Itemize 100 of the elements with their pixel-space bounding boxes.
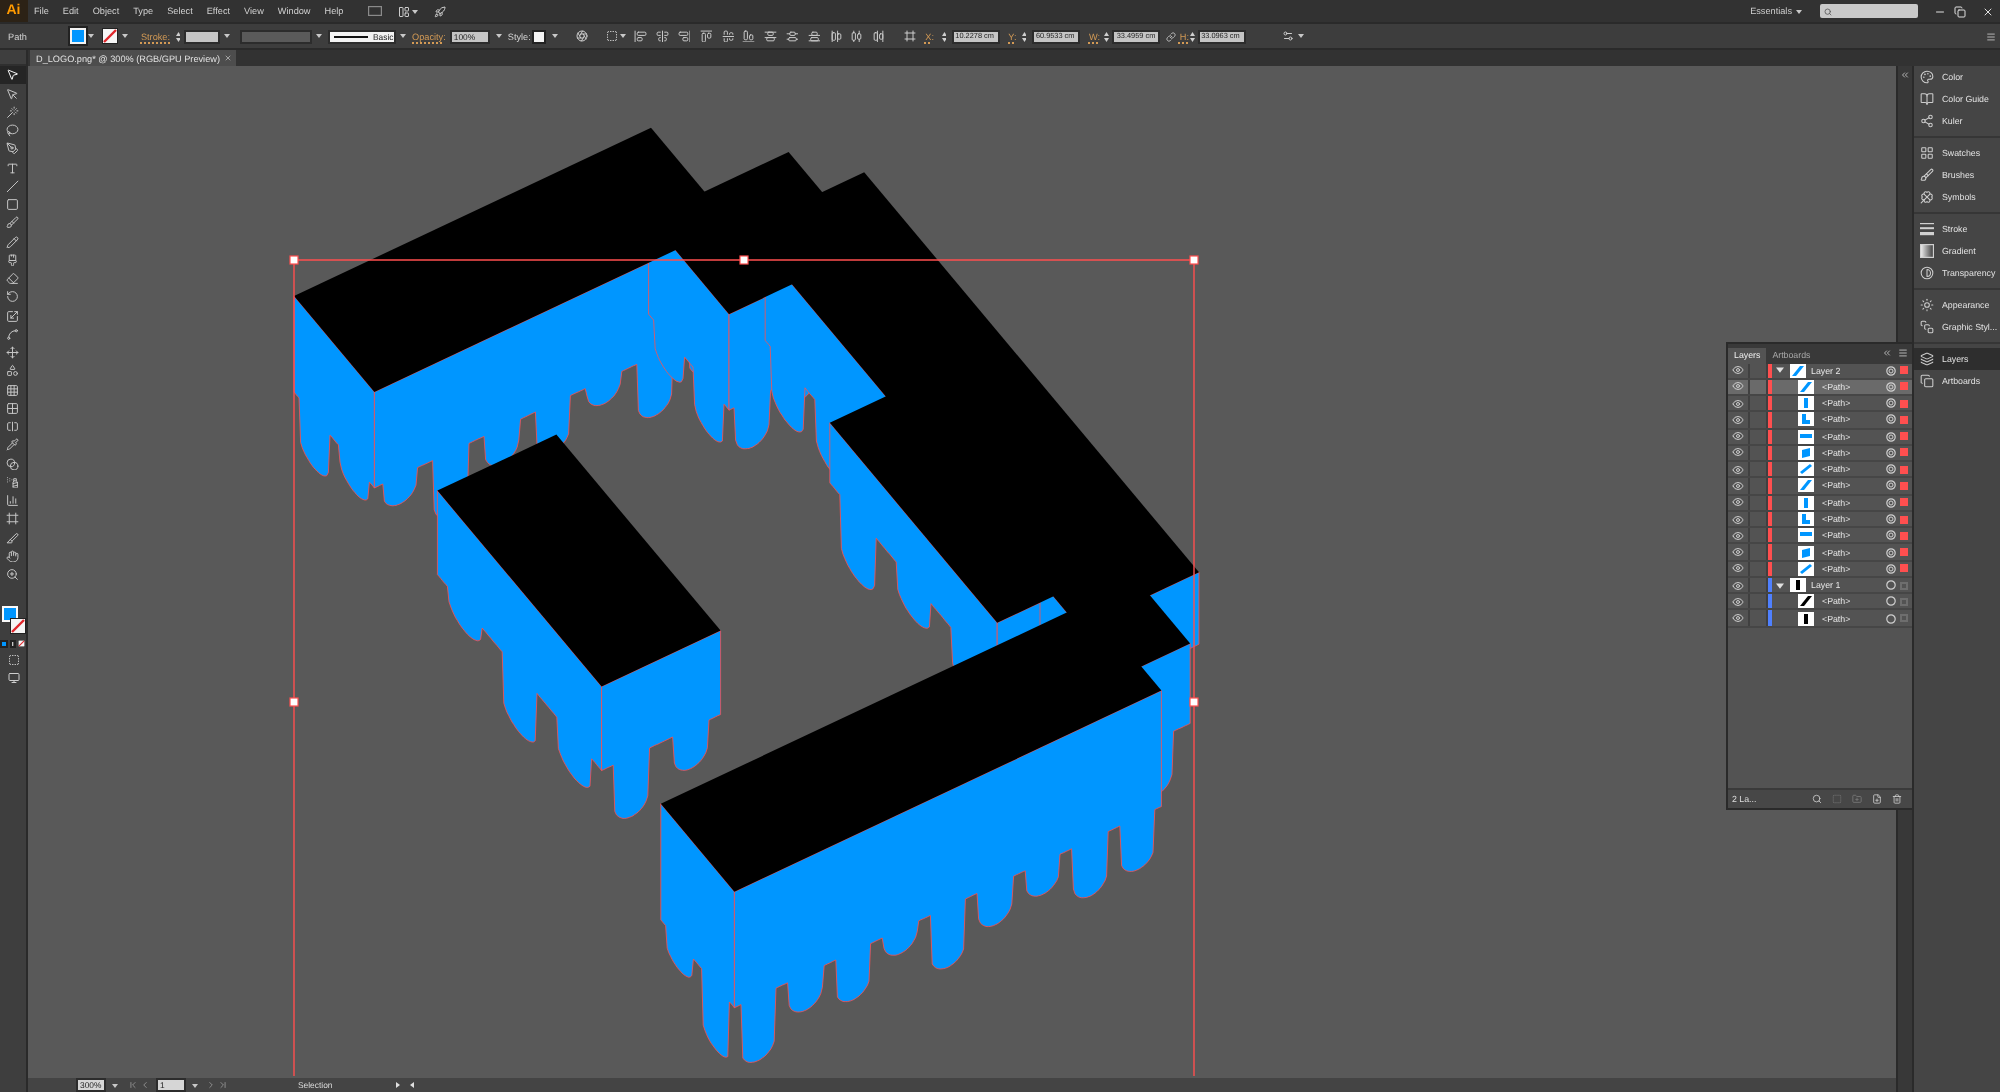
caret-icon[interactable] <box>400 34 407 38</box>
distribute-top-icon[interactable] <box>764 29 778 43</box>
caret-icon[interactable] <box>192 1083 198 1087</box>
sun-icon[interactable] <box>1920 298 1934 312</box>
share-nodes-icon[interactable] <box>1920 114 1934 128</box>
target-circle-icon[interactable] <box>1886 365 1896 376</box>
double-chevron-icon[interactable] <box>1882 348 1892 359</box>
square-arrow-icon[interactable] <box>6 309 20 323</box>
distribute-center-icon[interactable] <box>850 29 864 43</box>
panel-menu-icon[interactable] <box>1986 31 1996 41</box>
four-way-arrow-icon[interactable] <box>6 346 20 360</box>
curve-nodes-icon[interactable] <box>6 327 20 341</box>
lasso-icon[interactable] <box>6 124 20 138</box>
target-circle-icon[interactable] <box>1886 580 1896 591</box>
left-triangle-icon[interactable] <box>410 1082 415 1088</box>
caret-icon[interactable] <box>88 34 95 38</box>
align-right-icon[interactable] <box>677 29 691 43</box>
close-icon[interactable] <box>1982 5 1994 17</box>
right-triangle-icon[interactable] <box>396 1082 401 1088</box>
fill-swatch-icon[interactable] <box>70 28 87 44</box>
target-circle-icon[interactable] <box>1886 381 1896 392</box>
minimize-icon[interactable] <box>1934 5 1946 17</box>
target-circle-icon[interactable] <box>1886 596 1896 607</box>
cursor-arrow-icon[interactable] <box>6 68 20 82</box>
eye-icon[interactable] <box>1732 612 1744 625</box>
distribute-middle-icon[interactable] <box>785 29 799 43</box>
spray-can-icon[interactable] <box>6 475 20 489</box>
resize-handle[interactable] <box>289 697 299 707</box>
no-stroke-swatch-icon[interactable] <box>102 28 119 44</box>
mesh-grid-icon[interactable] <box>6 401 20 415</box>
expand-triangle-icon[interactable] <box>1775 366 1783 375</box>
pencil-icon[interactable] <box>6 235 20 249</box>
clover-icon[interactable] <box>1920 190 1934 204</box>
stroke-weight-field[interactable] <box>184 29 221 43</box>
target-circle-icon[interactable] <box>1886 497 1896 508</box>
caret-icon[interactable] <box>122 34 129 38</box>
align-left-icon[interactable] <box>634 29 648 43</box>
eyedropper-icon[interactable] <box>6 438 20 452</box>
caret-icon[interactable] <box>620 34 627 38</box>
align-bottom-icon[interactable] <box>742 29 756 43</box>
graphic-style-swatch-icon[interactable] <box>532 29 547 43</box>
spinner-arrows-icon[interactable] <box>1190 31 1196 41</box>
brush-icon[interactable] <box>6 253 20 267</box>
target-circle-icon[interactable] <box>1886 464 1896 475</box>
caret-icon[interactable] <box>224 34 231 38</box>
double-chevron-icon[interactable] <box>1900 70 1910 80</box>
stacked-squares-icon[interactable] <box>1920 320 1934 334</box>
eye-icon[interactable] <box>1732 463 1744 476</box>
none-mode-icon[interactable] <box>18 640 26 647</box>
cursor-outline-icon[interactable] <box>6 87 20 101</box>
eye-icon[interactable] <box>1732 364 1744 377</box>
letter-t-icon[interactable] <box>6 161 20 175</box>
eye-icon[interactable] <box>1732 513 1744 526</box>
gradient-mode-icon[interactable] <box>9 640 17 647</box>
caret-icon[interactable] <box>552 34 559 38</box>
shapes-icon[interactable] <box>6 364 20 378</box>
sliders-icon[interactable] <box>1281 30 1294 42</box>
panel-layout-icon[interactable] <box>398 5 411 17</box>
eye-icon[interactable] <box>1732 413 1744 426</box>
caret-icon[interactable] <box>412 9 419 13</box>
resize-handle[interactable] <box>739 255 749 265</box>
align-top-icon[interactable] <box>699 29 713 43</box>
resize-handle[interactable] <box>289 255 299 265</box>
spinner-arrows-icon[interactable] <box>175 31 181 41</box>
trash-icon[interactable] <box>1892 794 1903 804</box>
distribute-left-icon[interactable] <box>829 29 843 43</box>
spinner-arrows-icon[interactable] <box>1021 31 1027 41</box>
target-circle-icon[interactable] <box>1886 563 1896 574</box>
palette-icon[interactable] <box>1920 70 1934 84</box>
target-circle-icon[interactable] <box>1886 447 1896 458</box>
eye-icon[interactable] <box>1732 579 1744 592</box>
hand-icon[interactable] <box>6 549 20 563</box>
search-field[interactable] <box>1820 4 1918 18</box>
overlapping-rectangles-icon[interactable] <box>1920 374 1934 388</box>
eye-icon[interactable] <box>1732 380 1744 393</box>
target-circle-icon[interactable] <box>1886 480 1896 491</box>
monitor-icon[interactable] <box>7 671 19 683</box>
eye-icon[interactable] <box>1732 430 1744 443</box>
target-circle-icon[interactable] <box>1886 530 1896 541</box>
grid-icon[interactable] <box>6 383 20 397</box>
caret-icon[interactable] <box>1297 34 1304 38</box>
target-circle-icon[interactable] <box>1886 414 1896 425</box>
rotate-arrow-icon[interactable] <box>6 290 20 304</box>
eye-icon[interactable] <box>1732 479 1744 492</box>
target-circle-icon[interactable] <box>1886 431 1896 442</box>
half-circle-icon[interactable] <box>1920 266 1934 280</box>
link-icon[interactable] <box>1166 31 1177 41</box>
grid-squares-icon[interactable] <box>1920 146 1934 160</box>
eye-icon[interactable] <box>1732 496 1744 509</box>
hash-frame-icon[interactable] <box>903 30 916 42</box>
overlapping-circles-icon[interactable] <box>6 457 20 471</box>
panel-menu-icon[interactable] <box>1898 348 1908 359</box>
caret-icon[interactable] <box>112 1083 118 1087</box>
aperture-icon[interactable] <box>576 30 589 42</box>
color-mode-icon[interactable] <box>0 640 8 647</box>
pen-nib-icon[interactable] <box>6 142 20 156</box>
rectangle-icon[interactable] <box>6 198 20 212</box>
distribute-bottom-icon[interactable] <box>807 29 821 43</box>
align-middle-icon[interactable] <box>721 29 735 43</box>
paintbrush-icon[interactable] <box>6 216 20 230</box>
